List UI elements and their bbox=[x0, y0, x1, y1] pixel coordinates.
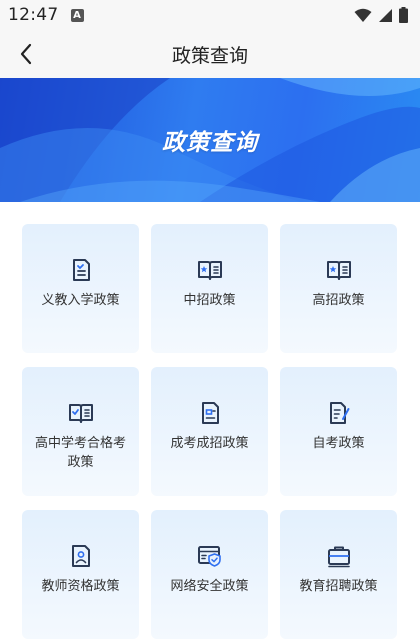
policy-card-network-security[interactable]: 网络安全政策 bbox=[151, 510, 268, 639]
teacher-certificate-icon bbox=[71, 545, 90, 567]
document-edit-icon bbox=[329, 402, 349, 424]
status-bar: 12:47 A bbox=[0, 0, 420, 30]
banner-title: 政策查询 bbox=[162, 130, 258, 156]
card-label: 中招政策 bbox=[183, 293, 236, 308]
nav-bar: 政策查询 bbox=[0, 30, 420, 78]
document-check-icon bbox=[72, 259, 90, 281]
policy-grid-section: 义教入学政策 中招政策 高招政策 高中学考合格考政策 成考成招政策 自考政策 教… bbox=[0, 202, 420, 644]
banner: 政策查询 bbox=[0, 78, 420, 202]
card-label: 义教入学政策 bbox=[41, 293, 120, 308]
policy-card-adult-exam[interactable]: 成考成招政策 bbox=[151, 367, 268, 496]
policy-card-compulsory-education[interactable]: 义教入学政策 bbox=[22, 224, 139, 353]
card-label: 高招政策 bbox=[312, 293, 365, 308]
battery-icon bbox=[399, 7, 408, 23]
card-label: 成考成招政策 bbox=[170, 436, 249, 451]
wifi-icon bbox=[354, 8, 372, 22]
policy-grid: 义教入学政策 中招政策 高招政策 高中学考合格考政策 成考成招政策 自考政策 教… bbox=[22, 224, 397, 639]
policy-card-teacher-qualification[interactable]: 教师资格政策 bbox=[22, 510, 139, 639]
policy-card-self-study-exam[interactable]: 自考政策 bbox=[280, 367, 397, 496]
signal-icon bbox=[379, 8, 392, 22]
card-label: 教育招聘政策 bbox=[299, 579, 378, 594]
policy-card-education-recruitment[interactable]: 教育招聘政策 bbox=[280, 510, 397, 639]
star-book-icon bbox=[326, 261, 351, 280]
id-document-icon bbox=[201, 402, 219, 424]
back-button[interactable] bbox=[10, 38, 42, 70]
briefcase-icon bbox=[327, 546, 350, 568]
policy-card-academic-test[interactable]: 高中学考合格考政策 bbox=[22, 367, 139, 496]
status-time: 12:47 bbox=[8, 5, 59, 25]
shield-browser-icon bbox=[197, 546, 221, 567]
notification-icon: A bbox=[70, 8, 84, 22]
card-label: 网络安全政策 bbox=[170, 579, 249, 594]
card-label: 自考政策 bbox=[312, 436, 365, 451]
status-icons bbox=[354, 7, 408, 23]
card-label: 高中学考合格考政策 bbox=[34, 436, 126, 470]
card-label: 教师资格政策 bbox=[41, 579, 120, 594]
policy-card-college-admission[interactable]: 高招政策 bbox=[280, 224, 397, 353]
star-book-icon bbox=[197, 261, 222, 280]
check-book-icon bbox=[68, 404, 93, 423]
chevron-left-icon bbox=[20, 43, 32, 65]
policy-card-middle-school[interactable]: 中招政策 bbox=[151, 224, 268, 353]
page-title: 政策查询 bbox=[171, 44, 248, 67]
